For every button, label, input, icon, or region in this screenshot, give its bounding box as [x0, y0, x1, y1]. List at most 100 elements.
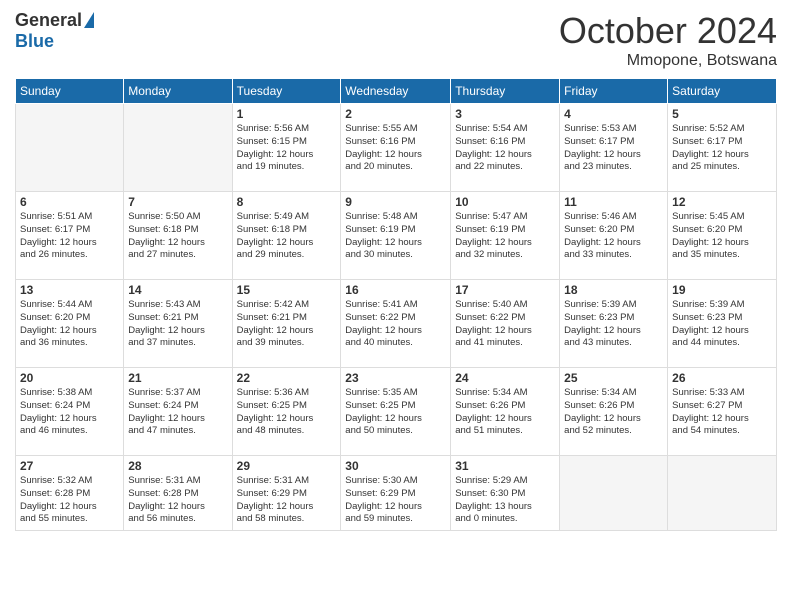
logo-blue-text: Blue: [15, 31, 54, 52]
calendar-week-row: 13Sunrise: 5:44 AM Sunset: 6:20 PM Dayli…: [16, 280, 777, 368]
day-info: Sunrise: 5:29 AM Sunset: 6:30 PM Dayligh…: [455, 475, 555, 526]
day-info: Sunrise: 5:55 AM Sunset: 6:16 PM Dayligh…: [345, 123, 446, 174]
day-info: Sunrise: 5:30 AM Sunset: 6:29 PM Dayligh…: [345, 475, 446, 526]
day-number: 8: [237, 195, 337, 209]
day-info: Sunrise: 5:34 AM Sunset: 6:26 PM Dayligh…: [564, 387, 663, 438]
calendar-header-sunday: Sunday: [16, 79, 124, 104]
day-info: Sunrise: 5:44 AM Sunset: 6:20 PM Dayligh…: [20, 299, 119, 350]
day-info: Sunrise: 5:39 AM Sunset: 6:23 PM Dayligh…: [564, 299, 663, 350]
day-info: Sunrise: 5:39 AM Sunset: 6:23 PM Dayligh…: [672, 299, 772, 350]
calendar-day-cell: 25Sunrise: 5:34 AM Sunset: 6:26 PM Dayli…: [560, 368, 668, 456]
day-number: 24: [455, 371, 555, 385]
logo: General Blue: [15, 10, 94, 52]
calendar-week-row: 20Sunrise: 5:38 AM Sunset: 6:24 PM Dayli…: [16, 368, 777, 456]
day-number: 18: [564, 283, 663, 297]
calendar-week-row: 6 Sunrise: 5:51 AM Sunset: 6:17 PM Daylig…: [16, 192, 777, 280]
day-number: 1: [237, 107, 337, 121]
day-info: Sunrise: 5:47 AM Sunset: 6:19 PM Dayligh…: [455, 211, 555, 262]
calendar-day-cell: 20Sunrise: 5:38 AM Sunset: 6:24 PM Dayli…: [16, 368, 124, 456]
day-number: 28: [128, 459, 227, 473]
calendar-header-row: SundayMondayTuesdayWednesdayThursdayFrid…: [16, 79, 777, 104]
calendar-day-cell: 19 Sunrise: 5:39 AM Sunset: 6:23 PM Dayli…: [668, 280, 777, 368]
day-number: 30: [345, 459, 446, 473]
title-section: October 2024 Mmopone, Botswana: [559, 10, 777, 70]
calendar-day-cell: 15 Sunrise: 5:42 AM Sunset: 6:21 PM Dayli…: [232, 280, 341, 368]
day-info: Sunrise: 5:43 AM Sunset: 6:21 PM Dayligh…: [128, 299, 227, 350]
calendar-day-cell: 26 Sunrise: 5:33 AM Sunset: 6:27 PM Dayli…: [668, 368, 777, 456]
calendar-day-cell: 11Sunrise: 5:46 AM Sunset: 6:20 PM Dayli…: [560, 192, 668, 280]
day-number: 9: [345, 195, 446, 209]
day-info: Sunrise: 5:33 AM Sunset: 6:27 PM Dayligh…: [672, 387, 772, 438]
calendar-day-cell: [124, 104, 232, 192]
calendar-header-saturday: Saturday: [668, 79, 777, 104]
page: General Blue October 2024 Mmopone, Botsw…: [0, 0, 792, 612]
day-number: 26: [672, 371, 772, 385]
calendar-day-cell: 6 Sunrise: 5:51 AM Sunset: 6:17 PM Daylig…: [16, 192, 124, 280]
day-info: Sunrise: 5:48 AM Sunset: 6:19 PM Dayligh…: [345, 211, 446, 262]
day-info: Sunrise: 5:32 AM Sunset: 6:28 PM Dayligh…: [20, 475, 119, 526]
day-number: 10: [455, 195, 555, 209]
calendar-day-cell: 24Sunrise: 5:34 AM Sunset: 6:26 PM Dayli…: [451, 368, 560, 456]
day-info: Sunrise: 5:53 AM Sunset: 6:17 PM Dayligh…: [564, 123, 663, 174]
day-number: 11: [564, 195, 663, 209]
calendar-day-cell: 29 Sunrise: 5:31 AM Sunset: 6:29 PM Dayli…: [232, 456, 341, 531]
location: Mmopone, Botswana: [559, 52, 777, 70]
calendar-header-friday: Friday: [560, 79, 668, 104]
calendar-day-cell: 23 Sunrise: 5:35 AM Sunset: 6:25 PM Dayli…: [341, 368, 451, 456]
calendar-day-cell: 17 Sunrise: 5:40 AM Sunset: 6:22 PM Dayli…: [451, 280, 560, 368]
calendar-day-cell: 4 Sunrise: 5:53 AM Sunset: 6:17 PM Daylig…: [560, 104, 668, 192]
calendar-day-cell: 7Sunrise: 5:50 AM Sunset: 6:18 PM Daylig…: [124, 192, 232, 280]
day-info: Sunrise: 5:40 AM Sunset: 6:22 PM Dayligh…: [455, 299, 555, 350]
day-info: Sunrise: 5:45 AM Sunset: 6:20 PM Dayligh…: [672, 211, 772, 262]
day-number: 19: [672, 283, 772, 297]
day-number: 3: [455, 107, 555, 121]
day-info: Sunrise: 5:51 AM Sunset: 6:17 PM Dayligh…: [20, 211, 119, 262]
day-info: Sunrise: 5:52 AM Sunset: 6:17 PM Dayligh…: [672, 123, 772, 174]
calendar-week-row: 27Sunrise: 5:32 AM Sunset: 6:28 PM Dayli…: [16, 456, 777, 531]
calendar-day-cell: 18 Sunrise: 5:39 AM Sunset: 6:23 PM Dayli…: [560, 280, 668, 368]
calendar-day-cell: 22Sunrise: 5:36 AM Sunset: 6:25 PM Dayli…: [232, 368, 341, 456]
calendar-day-cell: 8 Sunrise: 5:49 AM Sunset: 6:18 PM Daylig…: [232, 192, 341, 280]
calendar-day-cell: 5Sunrise: 5:52 AM Sunset: 6:17 PM Daylig…: [668, 104, 777, 192]
day-number: 17: [455, 283, 555, 297]
calendar-header-wednesday: Wednesday: [341, 79, 451, 104]
day-number: 22: [237, 371, 337, 385]
calendar-day-cell: [560, 456, 668, 531]
calendar-day-cell: 16 Sunrise: 5:41 AM Sunset: 6:22 PM Dayli…: [341, 280, 451, 368]
calendar-day-cell: [16, 104, 124, 192]
day-number: 23: [345, 371, 446, 385]
day-number: 29: [237, 459, 337, 473]
day-number: 4: [564, 107, 663, 121]
calendar-day-cell: 28 Sunrise: 5:31 AM Sunset: 6:28 PM Dayli…: [124, 456, 232, 531]
day-number: 12: [672, 195, 772, 209]
calendar-day-cell: 21Sunrise: 5:37 AM Sunset: 6:24 PM Dayli…: [124, 368, 232, 456]
calendar-day-cell: 30 Sunrise: 5:30 AM Sunset: 6:29 PM Dayli…: [341, 456, 451, 531]
header: General Blue October 2024 Mmopone, Botsw…: [15, 10, 777, 70]
day-number: 6: [20, 195, 119, 209]
calendar-header-tuesday: Tuesday: [232, 79, 341, 104]
day-info: Sunrise: 5:35 AM Sunset: 6:25 PM Dayligh…: [345, 387, 446, 438]
calendar-day-cell: 1 Sunrise: 5:56 AM Sunset: 6:15 PM Daylig…: [232, 104, 341, 192]
day-info: Sunrise: 5:49 AM Sunset: 6:18 PM Dayligh…: [237, 211, 337, 262]
calendar-day-cell: 2Sunrise: 5:55 AM Sunset: 6:16 PM Daylig…: [341, 104, 451, 192]
day-info: Sunrise: 5:50 AM Sunset: 6:18 PM Dayligh…: [128, 211, 227, 262]
day-number: 14: [128, 283, 227, 297]
day-info: Sunrise: 5:42 AM Sunset: 6:21 PM Dayligh…: [237, 299, 337, 350]
calendar-day-cell: 3 Sunrise: 5:54 AM Sunset: 6:16 PM Daylig…: [451, 104, 560, 192]
month-title: October 2024: [559, 10, 777, 52]
calendar-table: SundayMondayTuesdayWednesdayThursdayFrid…: [15, 78, 777, 531]
calendar-day-cell: 27Sunrise: 5:32 AM Sunset: 6:28 PM Dayli…: [16, 456, 124, 531]
calendar-header-monday: Monday: [124, 79, 232, 104]
day-number: 16: [345, 283, 446, 297]
logo-triangle-icon: [84, 12, 94, 28]
day-info: Sunrise: 5:54 AM Sunset: 6:16 PM Dayligh…: [455, 123, 555, 174]
calendar-day-cell: 9 Sunrise: 5:48 AM Sunset: 6:19 PM Daylig…: [341, 192, 451, 280]
day-info: Sunrise: 5:31 AM Sunset: 6:29 PM Dayligh…: [237, 475, 337, 526]
day-info: Sunrise: 5:56 AM Sunset: 6:15 PM Dayligh…: [237, 123, 337, 174]
day-info: Sunrise: 5:31 AM Sunset: 6:28 PM Dayligh…: [128, 475, 227, 526]
calendar-day-cell: 31Sunrise: 5:29 AM Sunset: 6:30 PM Dayli…: [451, 456, 560, 531]
day-info: Sunrise: 5:41 AM Sunset: 6:22 PM Dayligh…: [345, 299, 446, 350]
calendar-day-cell: 12 Sunrise: 5:45 AM Sunset: 6:20 PM Dayli…: [668, 192, 777, 280]
logo-general-text: General: [15, 10, 82, 31]
day-number: 15: [237, 283, 337, 297]
